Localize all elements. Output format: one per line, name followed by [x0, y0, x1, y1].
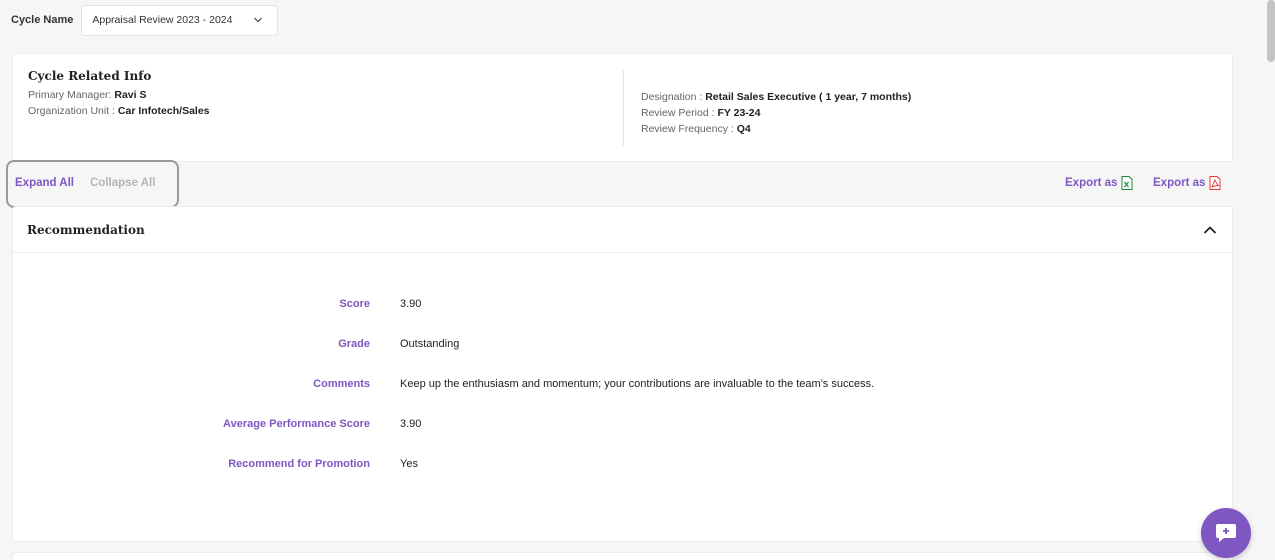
- export-excel-button[interactable]: Export as: [1065, 176, 1133, 190]
- organization-unit-value: Car Infotech/Sales: [117, 105, 210, 117]
- cycle-selector-row: Cycle Name Appraisal Review 2023 - 2024: [11, 4, 279, 36]
- average-performance-score-label: Average Performance Score: [223, 418, 370, 430]
- cycle-info-title: Cycle Related Info: [28, 69, 152, 83]
- expand-all-button[interactable]: Expand All: [15, 177, 74, 189]
- primary-manager-value: Ravi S: [114, 89, 147, 101]
- organization-unit-label: Organization Unit :: [28, 105, 115, 117]
- review-frequency-label: Review Frequency :: [641, 123, 734, 135]
- review-period-label: Review Period :: [641, 107, 715, 119]
- score-value: 3.90: [400, 298, 422, 310]
- primary-manager-label: Primary Manager:: [28, 89, 112, 101]
- chat-icon: [1216, 524, 1236, 542]
- comments-label: Comments: [313, 378, 370, 390]
- chevron-down-icon: [254, 17, 263, 23]
- designation: Designation : Retail Sales Executive ( 1…: [641, 89, 911, 105]
- designation-value: Retail Sales Executive ( 1 year, 7 month…: [705, 91, 912, 103]
- comments-value: Keep up the enthusiasm and momentum; you…: [400, 378, 875, 390]
- cycle-info-right: Designation : Retail Sales Executive ( 1…: [641, 89, 911, 137]
- primary-manager: Primary Manager: Ravi S: [28, 87, 210, 103]
- review-frequency: Review Frequency : Q4: [641, 121, 911, 137]
- export-excel-label: Export as: [1065, 177, 1118, 189]
- cycle-info-card: Cycle Related Info Primary Manager: Ravi…: [12, 53, 1233, 162]
- pdf-icon: [1209, 176, 1221, 190]
- review-frequency-value: Q4: [736, 123, 751, 135]
- review-period: Review Period : FY 23-24: [641, 105, 911, 121]
- cycle-info-left: Cycle Related Info Primary Manager: Ravi…: [28, 69, 210, 119]
- grade-value: Outstanding: [400, 338, 460, 350]
- average-performance-score-value: 3.90: [400, 418, 422, 430]
- grade-label: Grade: [338, 338, 370, 350]
- recommendation-card: Recommendation Score 3.90 Grade Outstand…: [12, 206, 1233, 542]
- next-section-card: [12, 552, 1233, 560]
- cycle-name-label: Cycle Name: [11, 14, 74, 26]
- collapse-all-button[interactable]: Collapse All: [90, 177, 155, 189]
- score-label: Score: [339, 298, 370, 310]
- export-pdf-label: Export as: [1153, 177, 1206, 189]
- chevron-up-icon[interactable]: [1202, 222, 1218, 238]
- scrollbar-thumb[interactable]: [1267, 0, 1275, 62]
- recommend-promotion-label: Recommend for Promotion: [228, 458, 370, 470]
- review-period-value: FY 23-24: [717, 107, 761, 119]
- export-pdf-button[interactable]: Export as: [1153, 176, 1221, 190]
- designation-label: Designation :: [641, 91, 703, 103]
- cycle-select[interactable]: Appraisal Review 2023 - 2024: [81, 4, 279, 36]
- info-divider: [623, 70, 624, 146]
- recommendation-header[interactable]: Recommendation: [13, 207, 1232, 253]
- chat-button[interactable]: [1201, 508, 1251, 558]
- cycle-select-value: Appraisal Review 2023 - 2024: [92, 14, 233, 26]
- recommend-promotion-value: Yes: [400, 458, 418, 470]
- excel-icon: [1121, 176, 1133, 190]
- recommendation-title: Recommendation: [27, 222, 145, 237]
- organization-unit: Organization Unit : Car Infotech/Sales: [28, 103, 210, 119]
